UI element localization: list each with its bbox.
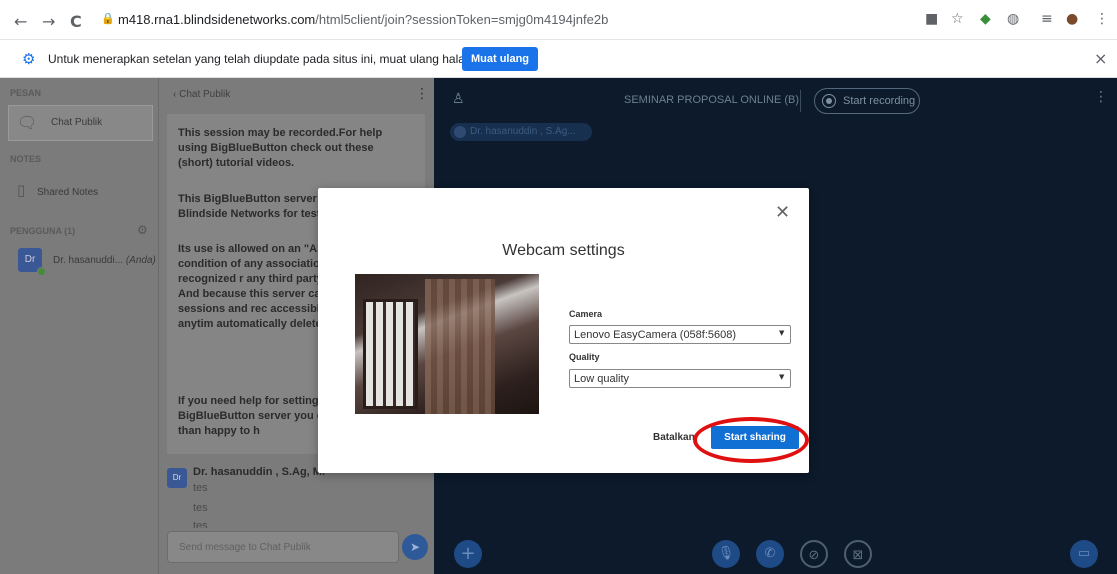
message-author: Dr. hasanuddin , S.Ag, M. xyxy=(193,466,326,478)
url-domain: m418.rna1.blindsidenetworks.com xyxy=(118,12,316,27)
record-icon xyxy=(822,94,836,108)
talking-indicator: Dr. hasanuddin , S.Ag... xyxy=(450,123,592,141)
forward-icon[interactable]: → xyxy=(42,12,55,31)
user-settings-gear-icon[interactable]: ⚙ xyxy=(137,223,148,237)
users-section-title: PENGGUNA (1) xyxy=(10,226,76,236)
screenshare-button[interactable]: ⊠ xyxy=(844,540,872,568)
sidebar-item-label: Chat Publik xyxy=(51,117,103,128)
highlight-annotation xyxy=(693,417,809,463)
webcam-preview xyxy=(355,274,539,414)
info-bar: ⚙ Untuk menerapkan setelan yang telah di… xyxy=(0,40,1117,78)
message-line: tes xyxy=(193,502,208,514)
talking-dot xyxy=(454,126,466,138)
sidebar: PESAN 🗨 Chat Publik NOTES ▯ Shared Notes… xyxy=(0,78,158,574)
welcome-paragraph: This session may be recorded.For help us… xyxy=(178,127,383,169)
modal-close-icon[interactable]: ✕ xyxy=(775,202,790,223)
quality-select-value: Low quality xyxy=(574,373,630,385)
camera-off-icon: ⊘ xyxy=(808,548,820,563)
notes-section-title: NOTES xyxy=(10,154,42,164)
message-avatar: Dr xyxy=(167,468,187,488)
user-name[interactable]: Dr. hasanuddi... (Anda) xyxy=(53,255,156,266)
sidebar-item-shared-notes[interactable]: Shared Notes xyxy=(37,187,98,198)
meeting-title: SEMINAR PROPOSAL ONLINE (B) xyxy=(624,94,800,106)
send-icon: ➤ xyxy=(409,540,421,554)
message-line: tes xyxy=(193,482,208,494)
back-icon[interactable]: ← xyxy=(14,12,27,31)
star-icon[interactable]: ☆ xyxy=(951,11,964,27)
presentation-toggle-button[interactable]: ▭ xyxy=(1070,540,1098,568)
start-recording-button[interactable]: Start recording xyxy=(814,88,920,114)
reading-list-icon[interactable]: ≡ xyxy=(1041,11,1053,27)
phone-icon: ✆ xyxy=(764,546,776,561)
modal-title: Webcam settings xyxy=(502,242,625,259)
preview-curtain xyxy=(425,279,495,414)
settings-gear-icon: ⚙ xyxy=(22,50,36,68)
camera-label: Camera xyxy=(569,309,603,319)
profile-avatar-icon[interactable]: ● xyxy=(1066,11,1078,27)
presentation-icon: ▭ xyxy=(1077,546,1091,561)
camera-select-value: Lenovo EasyCamera (058f:5608) xyxy=(574,329,737,341)
microphone-button[interactable]: 🎙 xyxy=(712,540,740,568)
phone-button[interactable]: ✆ xyxy=(756,540,784,568)
screenshare-off-icon: ⊠ xyxy=(852,548,864,563)
quality-select[interactable]: Low quality ▼ xyxy=(569,369,791,388)
camera-select[interactable]: Lenovo EasyCamera (058f:5608) ▼ xyxy=(569,325,791,344)
lock-icon: 🔒 xyxy=(101,13,115,25)
send-message-button[interactable]: ➤ xyxy=(402,534,428,560)
globe-icon[interactable]: ◍ xyxy=(1007,11,1019,27)
reload-icon[interactable]: C xyxy=(70,12,82,31)
user-name-text: Dr. hasanuddi... xyxy=(53,255,124,266)
url-path: /html5client/join?sessionToken=smjg0m419… xyxy=(315,12,609,27)
webcam-button[interactable]: ⊘ xyxy=(800,540,828,568)
notes-icon: ▯ xyxy=(17,181,26,199)
microphone-icon: 🎙 xyxy=(717,546,735,561)
camera-indicator-icon[interactable]: ■ xyxy=(925,11,938,27)
browser-toolbar: ← → C 🔒 m418.rna1.blindsidenetworks.com/… xyxy=(0,0,1117,40)
chat-input-placeholder: Send message to Chat Publik xyxy=(179,542,311,553)
browser-menu-icon[interactable]: ⋮ xyxy=(1095,11,1109,27)
chat-message-input[interactable]: Send message to Chat Publik xyxy=(167,531,399,563)
plus-icon: + xyxy=(460,543,476,564)
message-line: tes xyxy=(193,520,208,528)
actions-plus-button[interactable]: + xyxy=(454,540,482,568)
chat-bubble-icon: 🗨 xyxy=(17,113,38,132)
quality-label: Quality xyxy=(569,352,600,362)
divider xyxy=(800,90,801,112)
user-you-label: (Anda) xyxy=(125,255,156,266)
chevron-down-icon: ▼ xyxy=(779,329,785,337)
chat-back-header[interactable]: ‹ Chat Publik xyxy=(173,89,230,100)
presence-indicator xyxy=(37,267,46,276)
options-menu-icon[interactable]: ⋮ xyxy=(1094,89,1108,105)
cancel-button[interactable]: Batalkan xyxy=(653,432,695,443)
close-icon[interactable]: × xyxy=(1094,49,1107,68)
preview-window xyxy=(363,299,418,409)
address-bar[interactable]: m418.rna1.blindsidenetworks.com/html5cli… xyxy=(118,12,608,27)
reload-button[interactable]: Muat ulang xyxy=(462,47,538,71)
user-list-toggle-icon[interactable]: ♙ xyxy=(452,91,465,107)
sidebar-item-chat[interactable]: 🗨 Chat Publik xyxy=(8,105,153,141)
chevron-down-icon: ▼ xyxy=(779,373,785,381)
info-message: Untuk menerapkan setelan yang telah diup… xyxy=(48,52,504,66)
extension-icon[interactable]: ◆ xyxy=(980,11,991,27)
messages-section-title: PESAN xyxy=(10,88,42,98)
record-label: Start recording xyxy=(843,95,916,107)
chat-options-icon[interactable]: ⋮ xyxy=(415,86,429,102)
talker-name: Dr. hasanuddin , S.Ag... xyxy=(470,126,576,137)
